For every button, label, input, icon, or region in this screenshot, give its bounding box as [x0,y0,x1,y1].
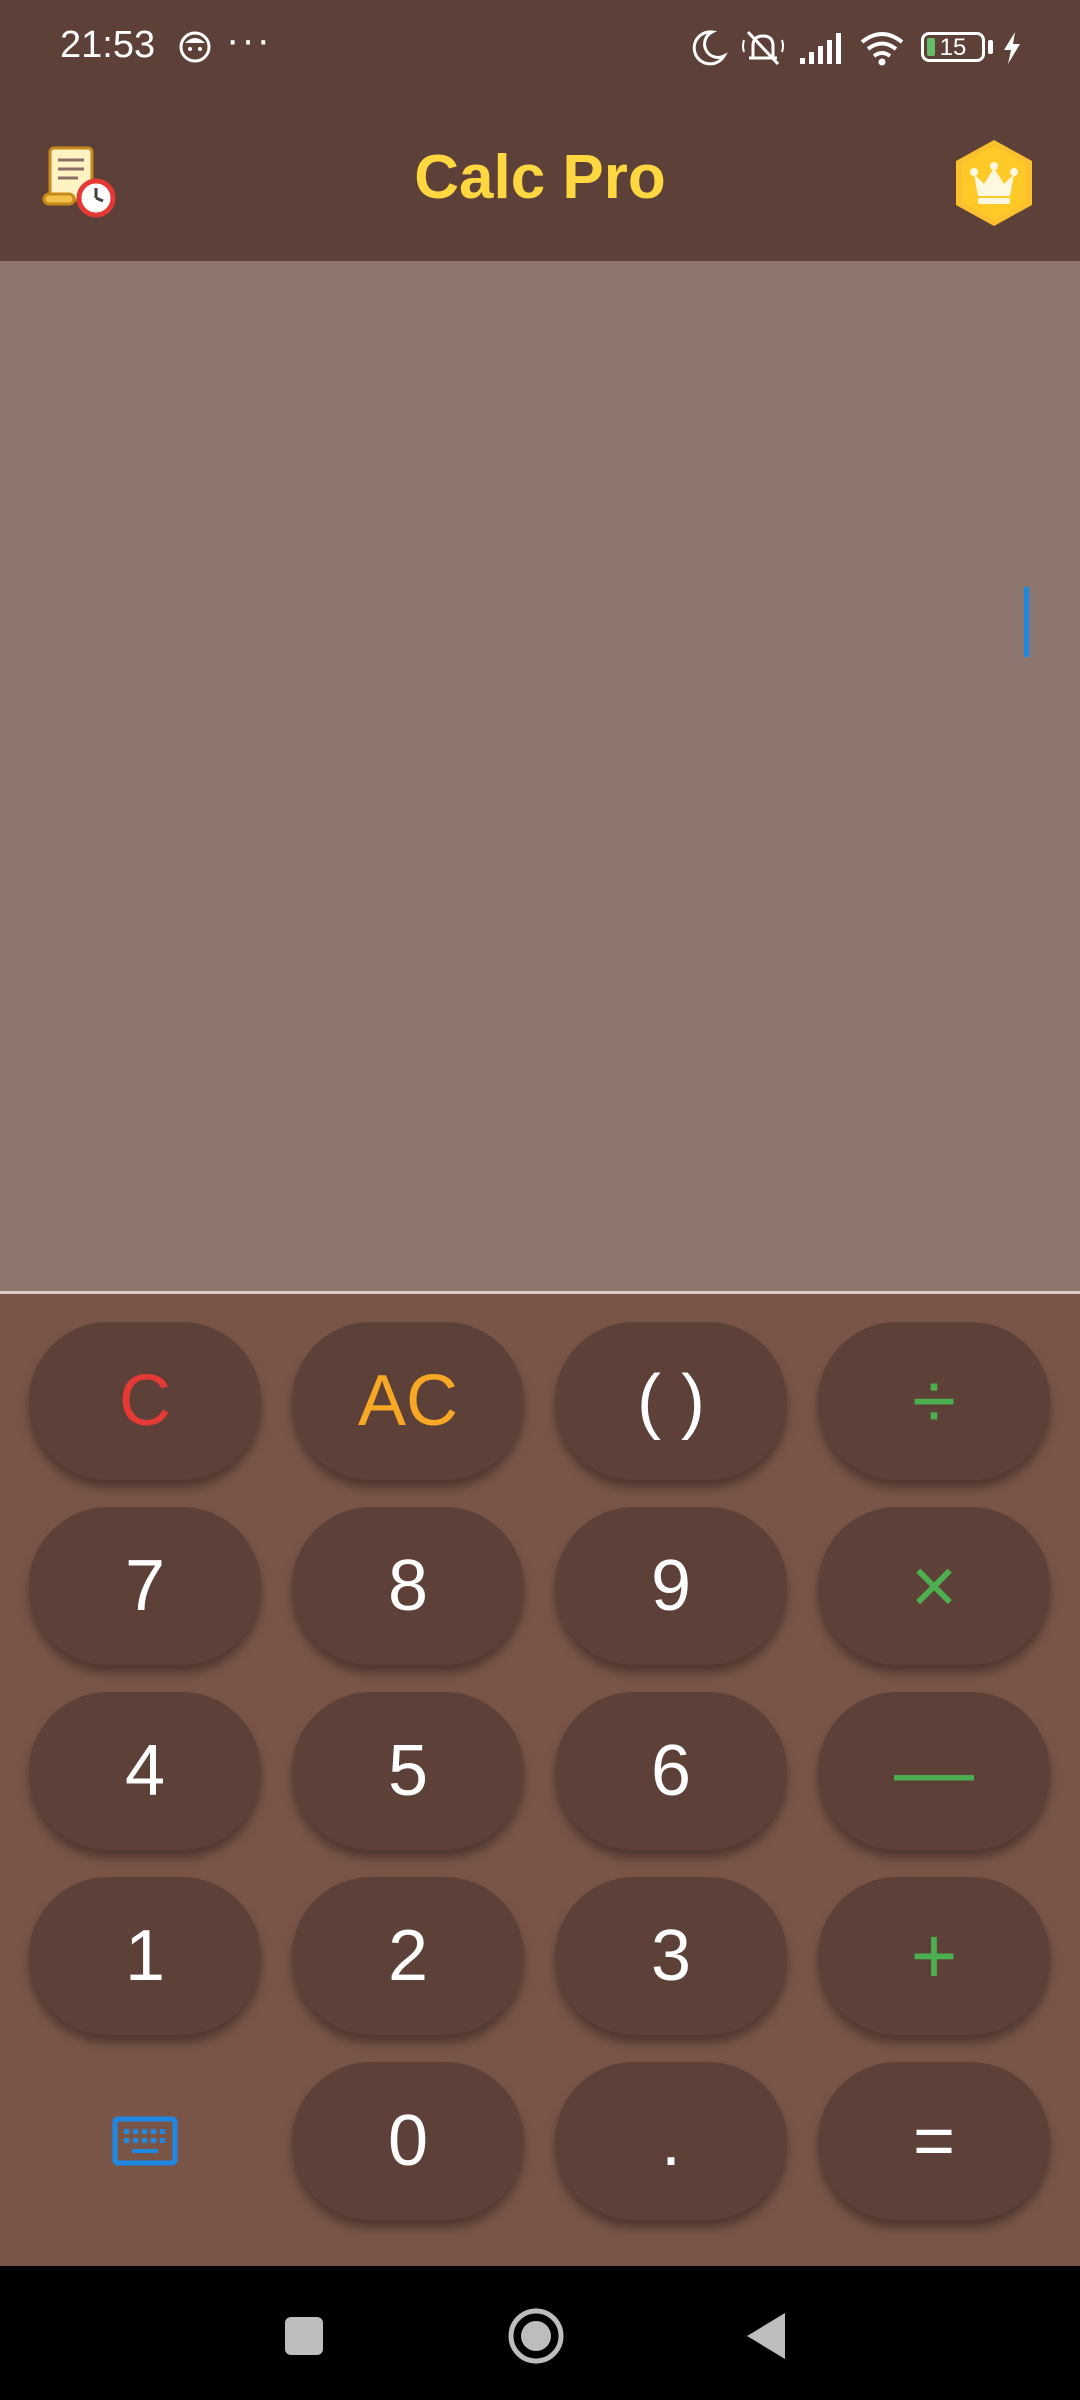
digit-5-button[interactable]: 5 [292,1692,524,1850]
text-caret [1024,587,1029,657]
expression-input[interactable] [56,561,1040,653]
back-triangle-icon [747,2313,785,2359]
battery-tip [988,40,993,54]
digit-6-button[interactable]: 6 [555,1692,787,1850]
subtract-button[interactable]: — [818,1692,1050,1850]
mute-icon [742,30,784,66]
decimal-button[interactable]: . [555,2062,787,2220]
digit-3-button[interactable]: 3 [555,1877,787,2035]
multiply-button[interactable]: × [818,1507,1050,1665]
signal-icon [800,33,841,64]
status-time: 21:53 [60,24,156,66]
back-button[interactable] [726,2296,806,2376]
add-button[interactable]: + [818,1877,1050,2035]
parentheses-button[interactable]: ( ) [555,1322,787,1480]
digit-0-button[interactable]: 0 [292,2062,524,2220]
digit-9-button[interactable]: 9 [555,1507,787,1665]
app-title: Calc Pro [414,143,666,212]
premium-crown-icon[interactable] [952,138,1036,228]
recents-button[interactable] [264,2296,344,2376]
home-button[interactable] [496,2296,576,2376]
divide-button[interactable]: ÷ [818,1322,1050,1480]
charging-icon [1004,32,1020,64]
battery-icon: 15 [921,32,985,62]
digit-4-button[interactable]: 4 [29,1692,261,1850]
app-bar: Calc Pro [0,100,1080,261]
keyboard-toggle-button[interactable] [29,2062,261,2220]
calculator-display [0,261,1080,1294]
equals-button[interactable]: = [818,2062,1050,2220]
digit-7-button[interactable]: 7 [29,1507,261,1665]
calculator-screen: 21:53 ··· 15 Calc Pro C AC () ÷ 7 8 9 ×… [0,0,1080,2400]
wifi-icon [860,32,904,66]
digit-2-button[interactable]: 2 [292,1877,524,2035]
battery-level: 15 [939,34,967,61]
home-circle-icon [508,2308,564,2364]
system-nav-bar [0,2266,1080,2400]
face-icon [179,31,211,63]
keypad: C AC ( ) ÷ 7 8 9 × 4 5 6 — 1 2 3 + 0 . = [0,1294,1080,2266]
status-bar: 21:53 ··· 15 [0,0,1080,100]
moon-icon [692,30,728,66]
overflow-dots: ··· [226,18,272,62]
keyboard-icon [112,2116,178,2166]
all-clear-button[interactable]: AC [292,1322,524,1480]
clear-button[interactable]: C [29,1322,261,1480]
digit-8-button[interactable]: 8 [292,1507,524,1665]
digit-1-button[interactable]: 1 [29,1877,261,2035]
recents-square-icon [285,2317,323,2355]
